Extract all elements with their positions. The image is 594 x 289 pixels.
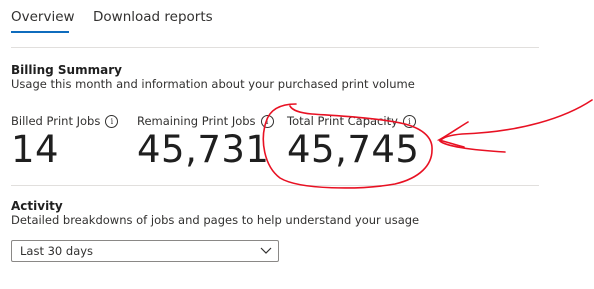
tab-overview[interactable]: Overview (11, 9, 75, 25)
date-range-dropdown[interactable]: Last 30 days (11, 240, 279, 262)
activity-description: Detailed breakdowns of jobs and pages to… (11, 213, 420, 227)
chevron-down-icon (260, 247, 272, 254)
total-print-capacity-label: Total Print Capacity i (287, 114, 416, 128)
total-print-capacity-value: 45,745 (287, 128, 420, 171)
billed-print-jobs-label: Billed Print Jobs i (11, 114, 119, 128)
remaining-print-jobs-label-text: Remaining Print Jobs (137, 114, 256, 128)
billing-summary-description: Usage this month and information about y… (11, 77, 415, 91)
info-icon[interactable]: i (105, 114, 119, 128)
info-icon[interactable]: i (260, 114, 274, 128)
billed-print-jobs-value: 14 (11, 128, 60, 171)
tab-download-reports[interactable]: Download reports (93, 9, 213, 25)
tabs-divider (11, 47, 539, 48)
annotation-arrow-line (438, 99, 593, 153)
billing-summary-title: Billing Summary (11, 63, 122, 77)
total-print-capacity-label-text: Total Print Capacity (287, 114, 398, 128)
annotation-arrow-head (436, 121, 469, 148)
activity-title: Activity (11, 199, 63, 213)
remaining-print-jobs-value: 45,731 (137, 128, 270, 171)
metrics-divider (11, 185, 539, 186)
billed-print-jobs-label-text: Billed Print Jobs (11, 114, 101, 128)
active-tab-indicator (11, 31, 69, 33)
info-icon[interactable]: i (402, 114, 416, 128)
remaining-print-jobs-label: Remaining Print Jobs i (137, 114, 274, 128)
tab-bar: Overview Download reports (0, 0, 594, 34)
date-range-selected-value: Last 30 days (20, 244, 94, 258)
